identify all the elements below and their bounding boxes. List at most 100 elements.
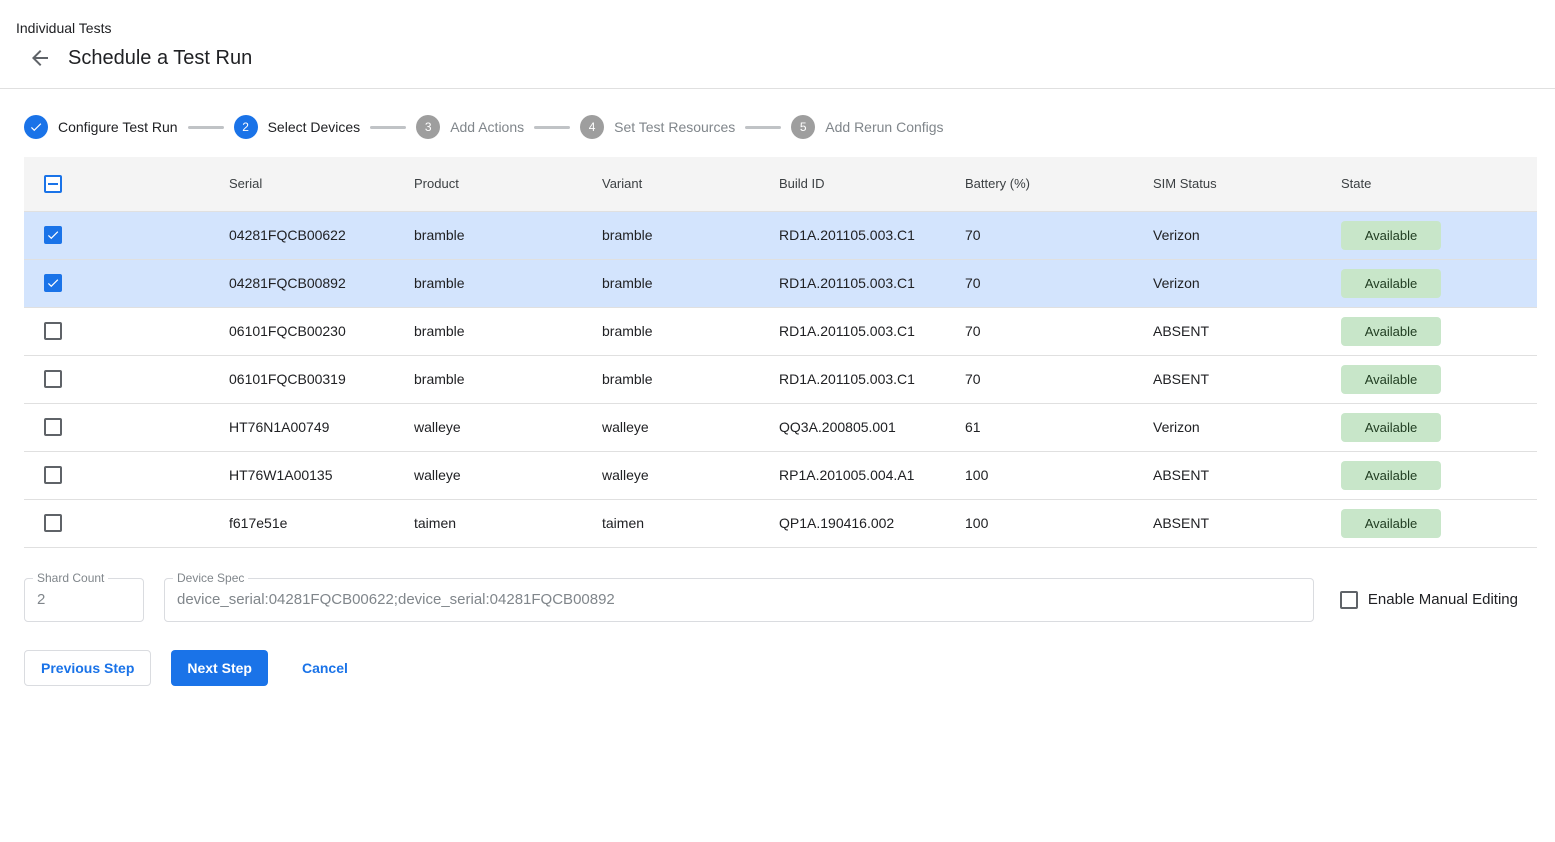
cell-state: Available xyxy=(1341,355,1537,403)
table-row[interactable]: 06101FQCB00230bramblebrambleRD1A.201105.… xyxy=(24,307,1537,355)
cell-build-id: RD1A.201105.003.C1 xyxy=(779,355,965,403)
row-checkbox-cell xyxy=(24,259,229,307)
breadcrumb: Individual Tests xyxy=(16,20,1531,36)
cell-product: bramble xyxy=(414,355,602,403)
column-header-variant: Variant xyxy=(602,157,779,211)
page-header: Individual Tests Schedule a Test Run xyxy=(0,0,1555,89)
device-spec-label: Device Spec xyxy=(173,571,248,585)
row-checkbox[interactable] xyxy=(44,370,62,388)
cell-battery: 70 xyxy=(965,259,1153,307)
cell-product: bramble xyxy=(414,211,602,259)
step-select-devices[interactable]: 2 Select Devices xyxy=(234,115,361,139)
device-table-body: 04281FQCB00622bramblebrambleRD1A.201105.… xyxy=(24,211,1537,547)
row-checkbox[interactable] xyxy=(44,274,62,292)
step-add-actions[interactable]: 3 Add Actions xyxy=(416,115,524,139)
cell-product: taimen xyxy=(414,499,602,547)
cell-build-id: RD1A.201105.003.C1 xyxy=(779,259,965,307)
previous-step-button[interactable]: Previous Step xyxy=(24,650,151,686)
cell-sim-status: ABSENT xyxy=(1153,451,1341,499)
cell-variant: bramble xyxy=(602,307,779,355)
step-label: Add Actions xyxy=(450,119,524,135)
table-row[interactable]: HT76W1A00135walleyewalleyeRP1A.201005.00… xyxy=(24,451,1537,499)
row-checkbox[interactable] xyxy=(44,514,62,532)
cell-serial: 06101FQCB00230 xyxy=(229,307,414,355)
step-set-test-resources[interactable]: 4 Set Test Resources xyxy=(580,115,735,139)
page-title: Schedule a Test Run xyxy=(68,47,252,70)
column-header-battery: Battery (%) xyxy=(965,157,1153,211)
cell-serial: 04281FQCB00622 xyxy=(229,211,414,259)
cell-serial: HT76W1A00135 xyxy=(229,451,414,499)
cell-sim-status: ABSENT xyxy=(1153,499,1341,547)
cell-product: bramble xyxy=(414,259,602,307)
table-header-row: Serial Product Variant Build ID Battery … xyxy=(24,157,1537,211)
action-buttons: Previous Step Next Step Cancel xyxy=(24,650,1531,686)
next-step-button[interactable]: Next Step xyxy=(171,650,268,686)
state-badge: Available xyxy=(1341,269,1441,298)
step-number: 4 xyxy=(580,115,604,139)
shard-count-field[interactable]: Shard Count 2 xyxy=(24,578,144,622)
step-label: Set Test Resources xyxy=(614,119,735,135)
enable-manual-editing[interactable]: Enable Manual Editing xyxy=(1340,591,1518,609)
table-row[interactable]: f617e51etaimentaimenQP1A.190416.002100AB… xyxy=(24,499,1537,547)
cell-state: Available xyxy=(1341,259,1537,307)
check-icon xyxy=(24,115,48,139)
cell-variant: walleye xyxy=(602,451,779,499)
row-checkbox[interactable] xyxy=(44,418,62,436)
cell-state: Available xyxy=(1341,499,1537,547)
state-badge: Available xyxy=(1341,221,1441,250)
cancel-button[interactable]: Cancel xyxy=(286,650,364,686)
stepper-connector xyxy=(745,126,781,129)
table-row[interactable]: 04281FQCB00622bramblebrambleRD1A.201105.… xyxy=(24,211,1537,259)
row-checkbox-cell xyxy=(24,403,229,451)
select-all-checkbox[interactable] xyxy=(44,175,62,193)
device-spec-field[interactable]: Device Spec device_serial:04281FQCB00622… xyxy=(164,578,1314,622)
cell-battery: 61 xyxy=(965,403,1153,451)
arrow-back-icon xyxy=(28,46,52,70)
row-checkbox[interactable] xyxy=(44,322,62,340)
cell-serial: 06101FQCB00319 xyxy=(229,355,414,403)
cell-battery: 70 xyxy=(965,355,1153,403)
stepper-connector xyxy=(534,126,570,129)
row-checkbox-cell xyxy=(24,211,229,259)
table-row[interactable]: 06101FQCB00319bramblebrambleRD1A.201105.… xyxy=(24,355,1537,403)
cell-variant: walleye xyxy=(602,403,779,451)
device-table: Serial Product Variant Build ID Battery … xyxy=(24,157,1537,548)
cell-sim-status: Verizon xyxy=(1153,259,1341,307)
cell-state: Available xyxy=(1341,403,1537,451)
row-checkbox[interactable] xyxy=(44,226,62,244)
state-badge: Available xyxy=(1341,317,1441,346)
cell-serial: f617e51e xyxy=(229,499,414,547)
manual-editing-checkbox[interactable] xyxy=(1340,591,1358,609)
step-add-rerun-configs[interactable]: 5 Add Rerun Configs xyxy=(791,115,943,139)
step-label: Select Devices xyxy=(268,119,361,135)
cell-sim-status: Verizon xyxy=(1153,211,1341,259)
column-header-serial: Serial xyxy=(229,157,414,211)
cell-variant: bramble xyxy=(602,211,779,259)
column-header-state: State xyxy=(1341,157,1537,211)
row-checkbox-cell xyxy=(24,307,229,355)
cell-build-id: RD1A.201105.003.C1 xyxy=(779,307,965,355)
cell-build-id: QQ3A.200805.001 xyxy=(779,403,965,451)
cell-sim-status: ABSENT xyxy=(1153,307,1341,355)
cell-battery: 100 xyxy=(965,499,1153,547)
table-row[interactable]: HT76N1A00749walleyewalleyeQQ3A.200805.00… xyxy=(24,403,1537,451)
back-button[interactable] xyxy=(28,46,52,70)
device-spec-value: device_serial:04281FQCB00622;device_seri… xyxy=(177,591,615,608)
state-badge: Available xyxy=(1341,365,1441,394)
column-header-sim-status: SIM Status xyxy=(1153,157,1341,211)
stepper-connector xyxy=(188,126,224,129)
cell-battery: 70 xyxy=(965,211,1153,259)
row-checkbox-cell xyxy=(24,499,229,547)
cell-build-id: RD1A.201105.003.C1 xyxy=(779,211,965,259)
cell-serial: HT76N1A00749 xyxy=(229,403,414,451)
step-label: Add Rerun Configs xyxy=(825,119,943,135)
stepper: Configure Test Run 2 Select Devices 3 Ad… xyxy=(24,115,1531,139)
step-configure-test-run[interactable]: Configure Test Run xyxy=(24,115,178,139)
column-header-product: Product xyxy=(414,157,602,211)
step-label: Configure Test Run xyxy=(58,119,178,135)
row-checkbox[interactable] xyxy=(44,466,62,484)
cell-state: Available xyxy=(1341,451,1537,499)
cell-serial: 04281FQCB00892 xyxy=(229,259,414,307)
cell-build-id: QP1A.190416.002 xyxy=(779,499,965,547)
table-row[interactable]: 04281FQCB00892bramblebrambleRD1A.201105.… xyxy=(24,259,1537,307)
